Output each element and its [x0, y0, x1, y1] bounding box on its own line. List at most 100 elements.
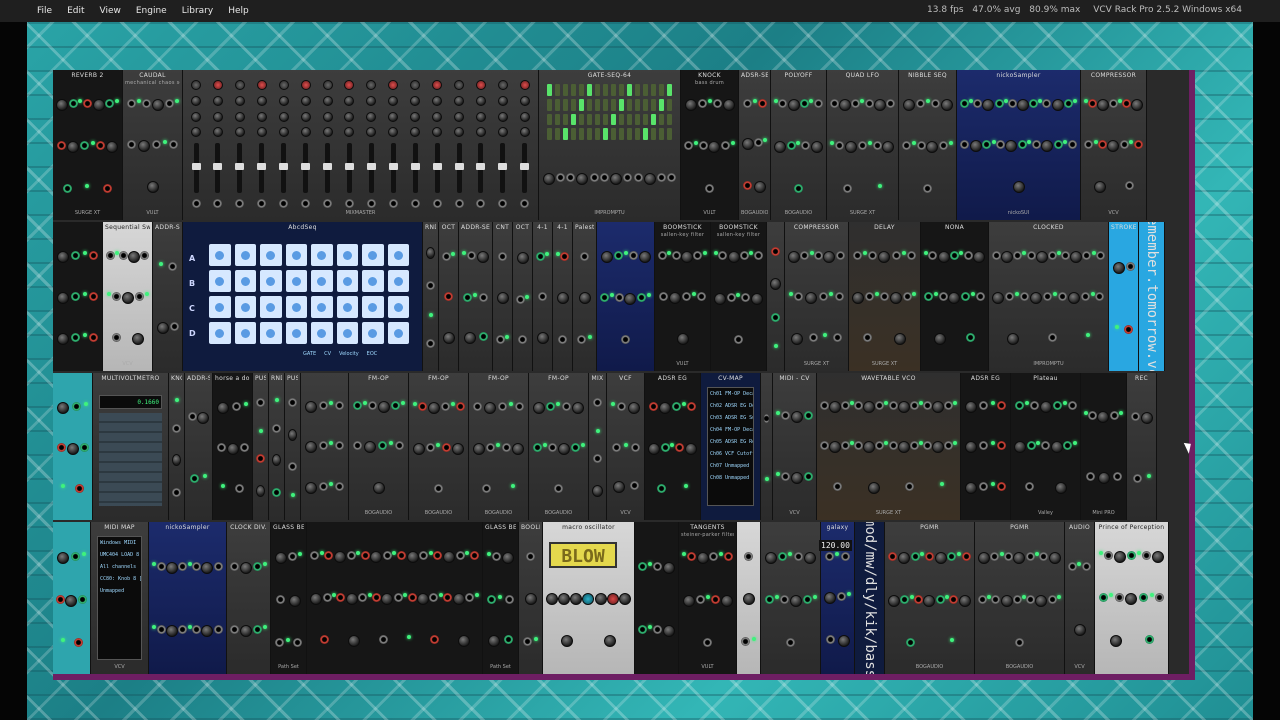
knob[interactable] [300, 95, 311, 106]
knob[interactable] [1093, 181, 1106, 194]
jack[interactable] [213, 624, 223, 634]
knob[interactable] [829, 441, 842, 454]
jack[interactable] [961, 291, 971, 301]
module-panel[interactable]: OCT [513, 222, 533, 371]
channel-fader[interactable] [213, 143, 223, 194]
step-pad[interactable] [285, 270, 307, 292]
knob[interactable] [497, 127, 508, 138]
jack[interactable] [693, 250, 703, 260]
knob[interactable] [714, 293, 727, 305]
jack[interactable] [478, 332, 488, 341]
knob[interactable] [475, 127, 486, 138]
jack[interactable] [928, 250, 938, 260]
module-panel[interactable]: CLOCK DIV. [227, 522, 271, 674]
gate-step[interactable] [619, 98, 624, 111]
gate-step[interactable] [563, 113, 568, 126]
jack[interactable] [657, 484, 666, 494]
knob[interactable] [488, 634, 500, 647]
knob[interactable] [240, 624, 253, 637]
gate-step[interactable] [571, 84, 576, 96]
knob[interactable] [1006, 332, 1019, 345]
module-panel[interactable] [761, 522, 821, 674]
knob[interactable] [310, 593, 323, 605]
knob[interactable] [965, 441, 978, 454]
knob[interactable] [542, 173, 555, 185]
jack[interactable] [667, 173, 677, 182]
knob[interactable] [484, 401, 496, 414]
jack[interactable] [966, 332, 975, 342]
channel-fader[interactable] [257, 143, 267, 194]
jack[interactable] [432, 198, 442, 208]
jack[interactable] [589, 173, 599, 182]
knob[interactable] [845, 141, 858, 154]
jack[interactable] [75, 484, 84, 494]
jack[interactable] [1095, 250, 1105, 260]
knob[interactable] [546, 593, 559, 605]
jack[interactable] [888, 551, 898, 561]
module-panel[interactable]: GATE-SEQ-64 IMPROMPTU [539, 70, 681, 220]
jack[interactable] [62, 183, 72, 193]
jack[interactable] [336, 593, 346, 602]
jack[interactable] [257, 198, 267, 208]
gate-step[interactable] [627, 84, 632, 96]
knob[interactable] [410, 95, 421, 106]
jack[interactable] [407, 593, 417, 602]
jack[interactable] [429, 635, 439, 644]
knob[interactable] [1030, 291, 1043, 304]
jack[interactable] [482, 484, 491, 494]
knob[interactable] [519, 95, 530, 106]
module-rack[interactable]: REVERB 2 SURGE XT CAUDAL mechanical chaos s… [53, 70, 1195, 680]
knob[interactable] [274, 551, 287, 564]
knob[interactable] [1073, 623, 1086, 636]
jack[interactable] [924, 551, 934, 561]
knob[interactable] [556, 291, 569, 304]
channel-fader[interactable] [235, 143, 245, 194]
jack[interactable] [697, 99, 707, 109]
knob[interactable] [410, 80, 421, 90]
step-pad-grid[interactable] [209, 244, 409, 344]
knob[interactable] [934, 551, 947, 564]
knob[interactable] [867, 481, 880, 494]
step-pad[interactable] [234, 270, 256, 292]
jack[interactable] [372, 593, 382, 602]
jack[interactable] [611, 442, 621, 452]
gate-step[interactable] [643, 84, 648, 96]
jack[interactable] [630, 442, 640, 452]
gate-step[interactable] [595, 84, 600, 96]
knob[interactable] [377, 401, 390, 414]
channel-fader[interactable] [388, 143, 398, 194]
channel-fader[interactable] [476, 143, 486, 194]
module-panel[interactable]: COMPRESSOR VCV [1081, 70, 1147, 220]
knob[interactable] [344, 95, 355, 106]
knob[interactable] [578, 291, 591, 304]
jack[interactable] [515, 401, 524, 411]
jack[interactable] [360, 551, 370, 560]
jack[interactable] [648, 401, 658, 411]
jack[interactable] [301, 198, 311, 208]
jack[interactable] [808, 332, 818, 342]
gate-step[interactable] [651, 84, 656, 96]
jack[interactable] [71, 332, 81, 342]
jack[interactable] [235, 484, 244, 494]
module-panel[interactable]: ADDR-SEQ [153, 222, 183, 371]
knob[interactable] [452, 593, 465, 605]
jack[interactable] [1057, 291, 1067, 301]
knob[interactable] [201, 624, 214, 637]
knob[interactable] [463, 332, 476, 344]
jack[interactable] [888, 401, 898, 411]
channel-fader[interactable] [279, 143, 289, 194]
step-pad[interactable] [387, 244, 409, 266]
knob[interactable] [300, 127, 311, 138]
menu-help[interactable]: Help [222, 6, 255, 16]
knob[interactable] [427, 401, 440, 414]
knob[interactable] [454, 111, 465, 122]
jack[interactable] [536, 251, 545, 261]
knob[interactable] [1050, 441, 1063, 454]
channel-fader[interactable] [454, 143, 464, 194]
knob[interactable] [454, 95, 465, 106]
jack[interactable] [1088, 98, 1097, 108]
jack[interactable] [718, 251, 728, 260]
jack[interactable] [902, 141, 912, 151]
knob[interactable] [191, 80, 201, 90]
knob[interactable] [304, 401, 317, 414]
